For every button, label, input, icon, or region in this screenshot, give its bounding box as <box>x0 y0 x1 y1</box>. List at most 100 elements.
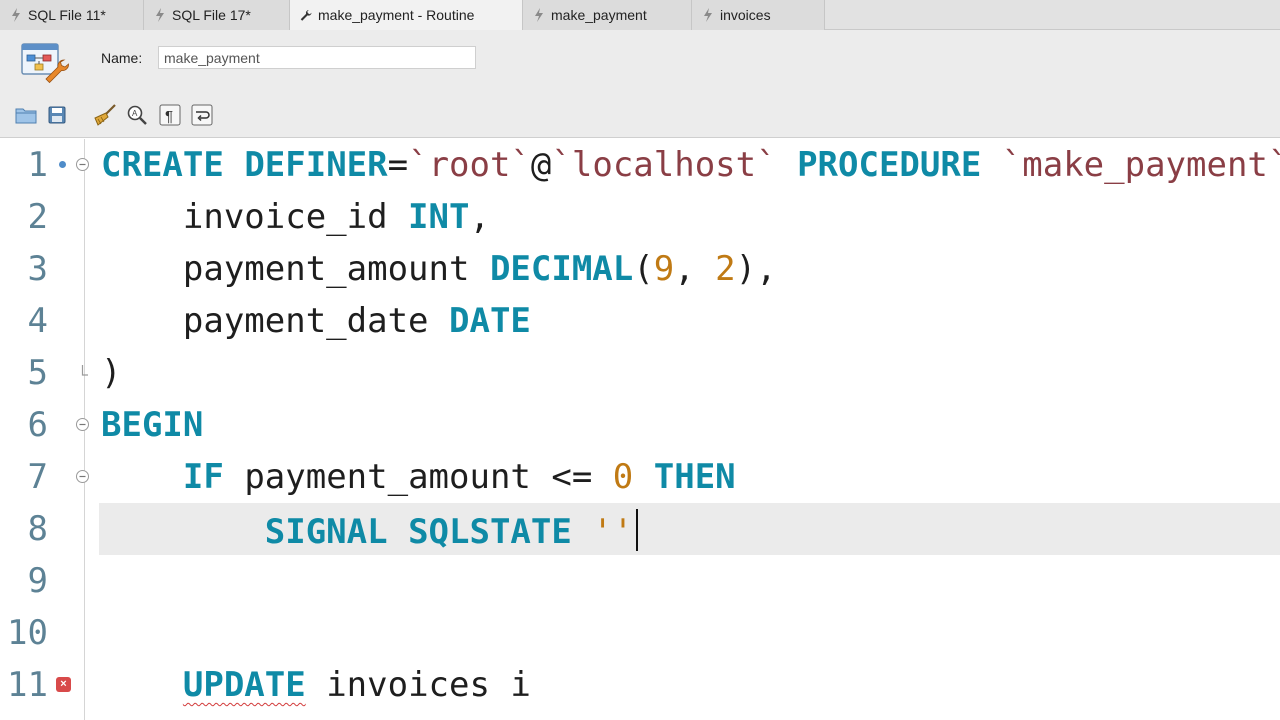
sql-file-icon <box>533 8 545 22</box>
token: 9 <box>653 249 675 289</box>
code-line-7[interactable]: 7 IF payment_amount <= 0 THEN <box>0 451 1280 503</box>
token: INT <box>408 197 470 237</box>
token: invoice_id <box>101 197 409 237</box>
tab-sql-file-17[interactable]: SQL File 17* <box>144 0 290 30</box>
fold-end-icon <box>81 365 88 376</box>
token: DECIMAL <box>489 249 634 289</box>
token: `make_payment` <box>1001 145 1280 185</box>
code-text: UPDATE invoices i <box>101 665 531 705</box>
tab-make-payment-routine[interactable]: make_payment - Routine <box>290 0 523 30</box>
text-caret <box>636 509 639 551</box>
code-line-11[interactable]: 11 × UPDATE invoices i <box>0 659 1280 711</box>
statement-marker-dot <box>59 161 66 168</box>
code-line-1[interactable]: 1 CREATE DEFINER=`root`@`localhost` PROC… <box>0 139 1280 191</box>
code-line-3[interactable]: 3 payment_amount DECIMAL(9, 2), <box>0 243 1280 295</box>
code-text: IF payment_amount <= 0 THEN <box>101 457 736 497</box>
token: CREATE <box>101 145 224 185</box>
token: IF <box>182 457 224 497</box>
code-line-8[interactable]: 8 SIGNAL SQLSTATE '' <box>0 503 1280 555</box>
tab-label: make_payment - Routine <box>318 7 475 23</box>
syntax-error-icon[interactable]: × <box>56 677 71 692</box>
token: , <box>469 197 490 237</box>
code-line-6[interactable]: 6 BEGIN <box>0 399 1280 451</box>
find-replace-icon[interactable]: A <box>125 103 149 127</box>
code-text: payment_date DATE <box>101 301 531 341</box>
token: @ <box>530 145 552 185</box>
token: payment_date <box>101 301 449 341</box>
line-number: 7 <box>27 457 48 497</box>
save-icon[interactable] <box>45 103 69 127</box>
tab-label: SQL File 17* <box>172 7 251 23</box>
tab-label: SQL File 11* <box>28 7 106 23</box>
token: DATE <box>449 301 531 341</box>
line-number: 1 <box>27 145 48 185</box>
token: ( <box>633 249 654 289</box>
sql-editor[interactable]: 1 CREATE DEFINER=`root`@`localhost` PROC… <box>0 139 1280 720</box>
beautify-broom-icon[interactable] <box>93 103 117 127</box>
code-text: BEGIN <box>101 405 203 445</box>
code-text: CREATE DEFINER=`root`@`localhost` PROCED… <box>101 145 1280 185</box>
token: 0 <box>612 457 634 497</box>
token: DEFINER <box>244 145 388 185</box>
line-number: 9 <box>27 561 48 601</box>
invisible-chars-icon[interactable]: ¶ <box>158 103 182 127</box>
token: SQLSTATE <box>408 512 572 552</box>
code-text: payment_amount DECIMAL(9, 2), <box>101 249 777 289</box>
routine-icon <box>20 42 72 90</box>
tab-invoices[interactable]: invoices <box>692 0 825 30</box>
routine-name-input[interactable] <box>158 46 476 69</box>
token: , <box>674 249 716 289</box>
code-line-5[interactable]: 5 ) <box>0 347 1280 399</box>
tab-make-payment[interactable]: make_payment <box>523 0 692 30</box>
token: `root` <box>408 145 531 185</box>
token: payment_amount <box>101 249 490 289</box>
line-number: 4 <box>27 301 48 341</box>
line-number: 10 <box>7 613 48 653</box>
fold-toggle-icon[interactable] <box>75 157 90 172</box>
line-number: 2 <box>27 197 48 237</box>
code-line-2[interactable]: 2 invoice_id INT, <box>0 191 1280 243</box>
tab-bar: SQL File 11* SQL File 17* make_payment -… <box>0 0 1280 30</box>
code-line-9[interactable]: 9 <box>0 555 1280 607</box>
line-number: 3 <box>27 249 48 289</box>
token: THEN <box>653 457 736 497</box>
tab-label: invoices <box>720 7 771 23</box>
token: invoices i <box>305 665 531 705</box>
line-number: 5 <box>27 353 48 393</box>
code-line-4[interactable]: 4 payment_date DATE <box>0 295 1280 347</box>
routine-header: Name: A ¶ <box>0 30 1280 138</box>
sql-file-icon <box>10 8 22 22</box>
token: PROCEDURE <box>797 145 982 185</box>
tab-sql-file-11[interactable]: SQL File 11* <box>0 0 144 30</box>
token: 2 <box>715 249 736 289</box>
open-folder-icon[interactable] <box>14 103 38 127</box>
svg-text:A: A <box>132 109 138 118</box>
name-label: Name: <box>101 50 143 66</box>
line-number: 6 <box>27 405 48 445</box>
token: SIGNAL <box>264 512 388 552</box>
wrench-icon <box>300 8 312 22</box>
token-with-error: UPDATE <box>182 665 306 705</box>
token: payment_amount <= <box>223 457 613 497</box>
fold-toggle-icon[interactable] <box>75 417 90 432</box>
token: = <box>387 145 409 185</box>
word-wrap-icon[interactable] <box>190 103 214 127</box>
line-number: 11 <box>7 665 48 705</box>
code-line-10[interactable]: 10 <box>0 607 1280 659</box>
svg-text:¶: ¶ <box>165 108 173 125</box>
sql-file-icon <box>154 8 166 22</box>
tab-label: make_payment <box>551 7 647 23</box>
fold-toggle-icon[interactable] <box>75 469 90 484</box>
line-number: 8 <box>27 509 48 549</box>
code-text: SIGNAL SQLSTATE '' <box>101 509 639 552</box>
token: '' <box>592 512 634 552</box>
